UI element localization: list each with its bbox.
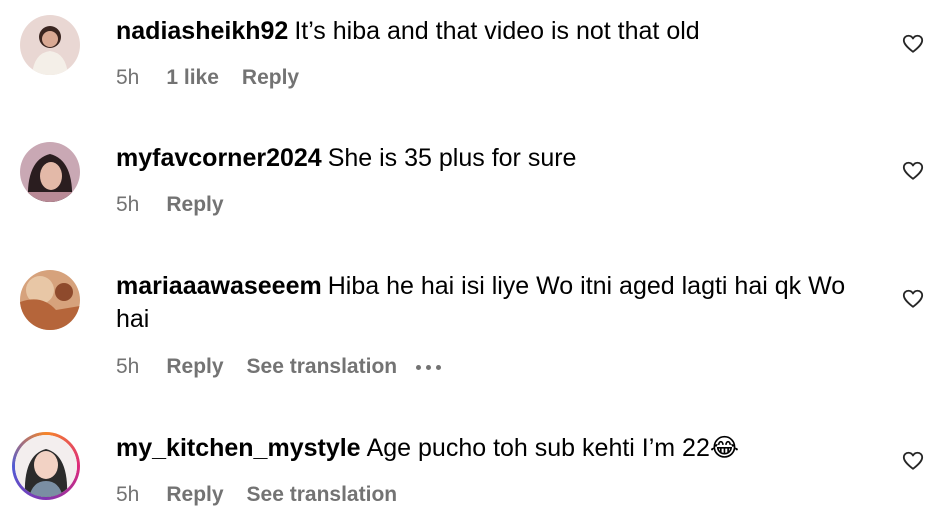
username-link[interactable]: mariaaawaseeem [116, 272, 322, 300]
heart-outline-icon[interactable] [902, 450, 924, 472]
username-link[interactable]: myfavcorner2024 [116, 144, 322, 172]
reply-button[interactable]: Reply [242, 66, 299, 90]
see-translation-button[interactable]: See translation [247, 355, 398, 379]
username-link[interactable]: nadiasheikh92 [116, 17, 288, 45]
timestamp[interactable]: 5h [116, 355, 139, 379]
more-options-icon[interactable] [416, 364, 442, 370]
comment-meta: 5h 1 like Reply [116, 66, 299, 90]
avatar-story-ring[interactable] [12, 432, 80, 500]
avatar[interactable] [20, 270, 80, 330]
comment-text: Age pucho toh sub kehti I’m 22😂 [366, 434, 740, 462]
heart-outline-icon[interactable] [902, 288, 924, 310]
comment-body: myfavcorner2024 She is 35 plus for sure [116, 142, 866, 175]
see-translation-button[interactable]: See translation [247, 483, 398, 507]
reply-button[interactable]: Reply [166, 355, 223, 379]
reply-button[interactable]: Reply [166, 193, 223, 217]
heart-outline-icon[interactable] [902, 160, 924, 182]
timestamp[interactable]: 5h [116, 483, 139, 507]
comment-body: my_kitchen_mystyle Age pucho toh sub keht… [116, 432, 866, 465]
username-link[interactable]: my_kitchen_mystyle [116, 434, 361, 462]
heart-outline-icon[interactable] [902, 33, 924, 55]
timestamp[interactable]: 5h [116, 193, 139, 217]
avatar[interactable] [20, 142, 80, 202]
likes-count-link[interactable]: 1 like [166, 66, 219, 90]
avatar[interactable] [20, 15, 80, 75]
comment-meta: 5h Reply [116, 193, 224, 217]
comment-meta: 5h Reply See translation [116, 355, 442, 379]
comment-text: It’s hiba and that video is not that old [294, 17, 700, 45]
comment-text: She is 35 plus for sure [327, 144, 577, 172]
comment-body: nadiasheikh92 It’s hiba and that video is… [116, 15, 866, 48]
comment-body: mariaaawaseeem Hiba he hai isi liye Wo it… [116, 270, 866, 336]
comment-meta: 5h Reply See translation [116, 483, 397, 507]
timestamp[interactable]: 5h [116, 66, 139, 90]
reply-button[interactable]: Reply [166, 483, 223, 507]
avatar [15, 435, 77, 497]
